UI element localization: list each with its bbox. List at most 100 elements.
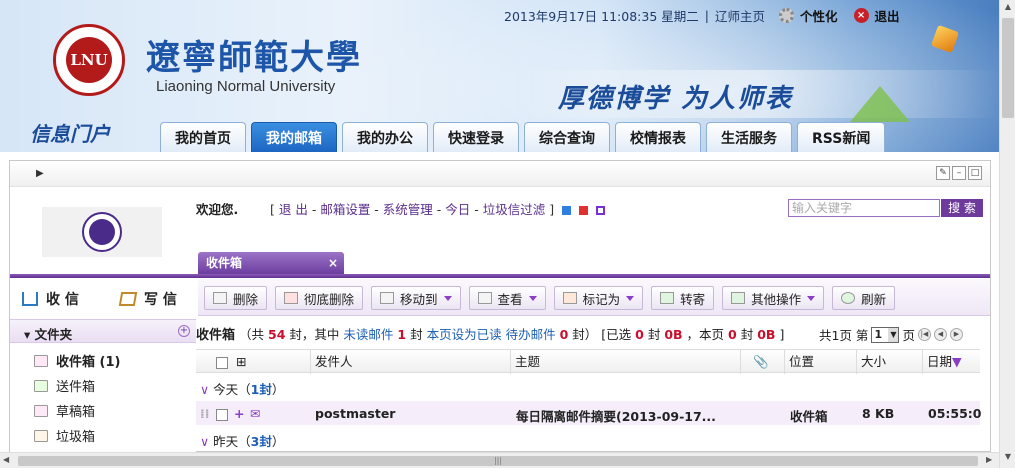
delete-button[interactable]: 删除 xyxy=(204,286,268,310)
vertical-scrollbar[interactable]: ▲ ▼ xyxy=(999,0,1015,468)
chevron-down-icon xyxy=(807,295,816,301)
mark-as-button[interactable]: 标记为 xyxy=(553,286,644,310)
top-bar: 2013年9月17日 11:08:35 星期二 | 辽师主页 个性化 × 退出 xyxy=(504,6,900,25)
browser-viewport: LNU 遼寧師範大學 Liaoning Normal University 厚德… xyxy=(0,0,1015,468)
column-sender[interactable]: 发件人 xyxy=(310,350,353,374)
university-name-en: Liaoning Normal University xyxy=(156,78,336,95)
scroll-down-icon[interactable]: ▼ xyxy=(1002,452,1014,466)
column-size[interactable]: 大小 xyxy=(856,350,886,374)
row-size: 8 KB xyxy=(862,406,895,421)
row-checkbox[interactable] xyxy=(216,408,228,421)
gear-icon[interactable] xyxy=(779,7,794,23)
refresh-button[interactable]: 刷新 xyxy=(832,286,896,310)
scroll-up-icon[interactable]: ▲ xyxy=(1002,2,1014,16)
move-to-button[interactable]: 移动到 xyxy=(371,286,461,310)
add-folder-icon[interactable]: + xyxy=(178,325,190,337)
drag-handle-icon[interactable]: ⁞⁞ xyxy=(200,406,210,421)
trash-folder-icon xyxy=(34,429,48,442)
maximize-icon[interactable]: □ xyxy=(968,166,982,180)
forward-button[interactable]: 转寄 xyxy=(651,286,715,310)
tab-mailbox[interactable]: 我的邮箱 xyxy=(251,122,337,152)
delete-icon xyxy=(213,292,227,304)
close-icon[interactable]: × xyxy=(328,252,338,275)
search-button[interactable]: 搜 索 xyxy=(941,199,983,217)
home-link[interactable]: 辽师主页 xyxy=(715,6,765,25)
welcome-text: 欢迎您. xyxy=(196,202,239,217)
horizontal-scrollbar[interactable]: ◀ ||| ▶ xyxy=(0,452,999,468)
tab-office[interactable]: 我的办公 xyxy=(342,122,428,152)
triangle-decoration xyxy=(850,86,910,122)
scroll-left-icon[interactable]: ◀ xyxy=(3,455,9,464)
mail-table-header: ⊞ 发件人 主题 📎 位置 大小 日期▼ xyxy=(196,349,980,374)
edit-icon[interactable]: ✎ xyxy=(936,166,950,180)
group-today[interactable]: ∨ 今天（1封） xyxy=(200,379,284,398)
unread-filter-link[interactable]: 未读邮件 xyxy=(343,327,393,342)
close-icon[interactable]: × xyxy=(853,7,869,23)
tab-reports[interactable]: 校情报表 xyxy=(615,122,701,152)
prev-page-icon[interactable]: ◀ xyxy=(933,328,947,341)
horizontal-scroll-thumb[interactable]: ||| xyxy=(18,456,978,466)
mail-links: [ 退 出 - 邮箱设置 - 系统管理 - 今日 - 垃圾信过滤 ] xyxy=(270,199,606,218)
pending-filter-link[interactable]: 待办邮件 xyxy=(506,327,556,342)
column-subject[interactable]: 主题 xyxy=(510,350,540,374)
expand-plus-icon[interactable]: + xyxy=(234,406,244,421)
mark-icon xyxy=(562,292,577,304)
folder-drafts[interactable]: 草稿箱 xyxy=(34,401,95,420)
folder-header[interactable]: ▾ 文件夹 + xyxy=(10,319,196,343)
column-date[interactable]: 日期▼ xyxy=(922,350,962,374)
tab-quick-login[interactable]: 快速登录 xyxy=(433,122,519,152)
logout-mail-link[interactable]: 退 出 xyxy=(279,202,308,217)
tab-query[interactable]: 综合查询 xyxy=(524,122,610,152)
portlet-titlebar: ▶ ✎ – □ xyxy=(10,161,990,187)
folder-trash[interactable]: 垃圾箱 xyxy=(34,426,95,445)
theme-blue-swatch[interactable] xyxy=(562,206,572,215)
chevron-down-icon xyxy=(443,295,452,301)
inbox-download-icon xyxy=(22,292,38,306)
column-location[interactable]: 位置 xyxy=(784,350,814,374)
flag-column-icon[interactable]: ⊞ xyxy=(232,350,246,374)
row-subject[interactable]: 每日隔离邮件摘要(2013-09-17... xyxy=(516,406,716,425)
today-link[interactable]: 今日 xyxy=(445,202,470,217)
compose-button[interactable]: 写 信 xyxy=(118,289,177,309)
attachment-column-icon[interactable]: 📎 xyxy=(740,350,769,374)
row-sender: postmaster xyxy=(315,406,396,421)
page-select[interactable]: 1 ▼ xyxy=(871,326,900,343)
tab-services[interactable]: 生活服务 xyxy=(706,122,792,152)
portal-header: LNU 遼寧師範大學 Liaoning Normal University 厚德… xyxy=(0,0,999,152)
chevron-down-icon xyxy=(528,295,537,301)
group-yesterday[interactable]: ∨ 昨天（3封） xyxy=(200,431,284,450)
other-actions-button[interactable]: 其他操作 xyxy=(722,286,825,310)
refresh-icon xyxy=(841,292,856,304)
mailbox-settings-link[interactable]: 邮箱设置 xyxy=(320,202,370,217)
select-all-checkbox[interactable] xyxy=(216,356,228,369)
system-admin-link[interactable]: 系统管理 xyxy=(383,202,433,217)
purge-button[interactable]: 彻底删除 xyxy=(275,286,364,310)
first-page-icon[interactable]: |◀ xyxy=(917,328,931,341)
receive-button[interactable]: 收 信 xyxy=(22,289,79,309)
table-row[interactable]: ⁞⁞ + ✉ postmaster 每日隔离邮件摘要(2013-09-17...… xyxy=(196,401,982,425)
folder-inbox[interactable]: 收件箱 (1) xyxy=(34,351,120,370)
pager: 共1页 第 1 ▼ 页 |◀ ◀ ▶ xyxy=(819,325,963,344)
vertical-scroll-thumb[interactable] xyxy=(1002,18,1014,118)
expand-arrow-icon[interactable]: ▶ xyxy=(36,168,44,179)
next-page-icon[interactable]: ▶ xyxy=(949,328,963,341)
search-input[interactable]: 输入关键字 xyxy=(788,199,940,217)
spam-filter-link[interactable]: 垃圾信过滤 xyxy=(483,202,546,217)
drafts-folder-icon xyxy=(34,404,48,417)
mail-logo xyxy=(42,207,162,257)
view-button[interactable]: 查看 xyxy=(468,286,546,310)
tab-home[interactable]: 我的首页 xyxy=(160,122,246,152)
tab-rss[interactable]: RSS新闻 xyxy=(797,122,886,152)
minimize-icon[interactable]: – xyxy=(952,166,966,180)
theme-purple-swatch[interactable] xyxy=(596,206,606,215)
row-date: 05:55:0 xyxy=(928,406,982,421)
mark-page-read-link[interactable]: 本页设为已读 xyxy=(427,327,502,342)
personalize-link[interactable]: 个性化 xyxy=(800,6,838,25)
logout-link[interactable]: 退出 xyxy=(875,6,900,25)
theme-red-swatch[interactable] xyxy=(579,206,589,215)
datetime: 2013年9月17日 11:08:35 星期二 xyxy=(504,8,699,24)
scroll-right-icon[interactable]: ▶ xyxy=(986,455,992,464)
tab-inbox[interactable]: 收件箱 × xyxy=(198,252,344,275)
folder-sent[interactable]: 送件箱 xyxy=(34,376,95,395)
mail-logo-seal xyxy=(89,219,115,245)
